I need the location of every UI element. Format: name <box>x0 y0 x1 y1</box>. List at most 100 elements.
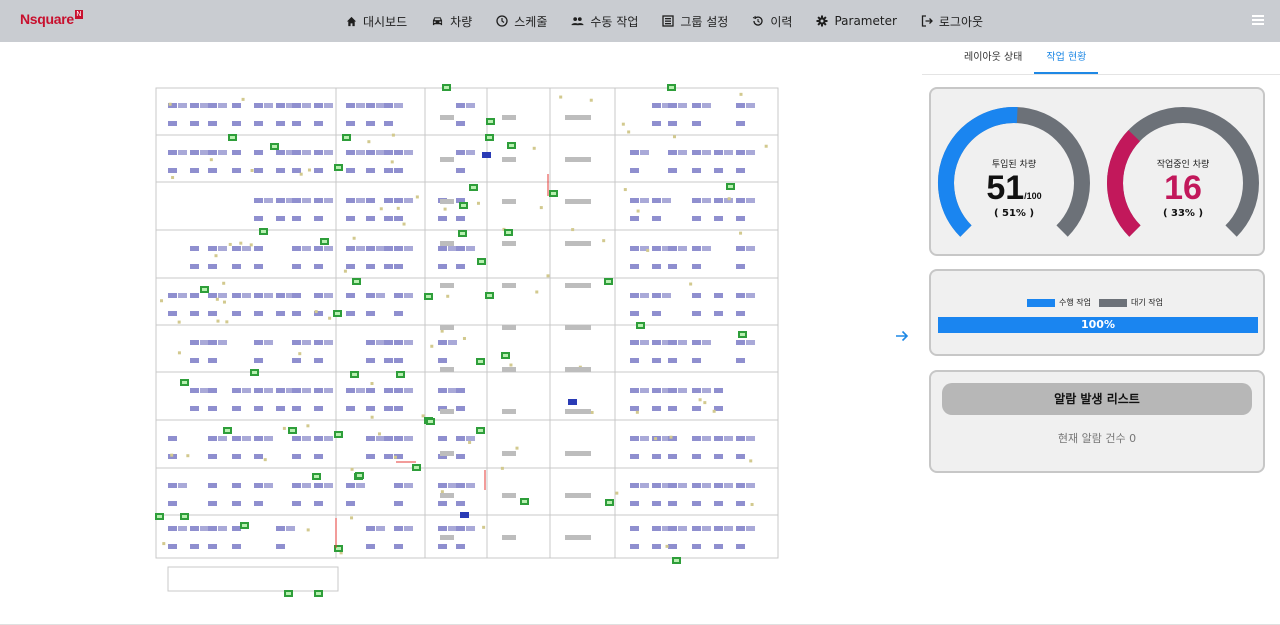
rack-slot <box>346 388 355 393</box>
rack-slot <box>346 246 355 251</box>
rack-slot <box>208 483 217 488</box>
nav-item-parameter[interactable]: Parameter <box>816 0 897 42</box>
rack-slot <box>438 264 447 269</box>
rack-slot <box>356 388 365 393</box>
gauge-number: 51 <box>986 169 1025 207</box>
nav-item-vehicle[interactable]: 차량 <box>431 0 472 42</box>
rack-slot <box>254 198 263 203</box>
vehicle-window <box>335 312 340 315</box>
rack-slot <box>678 483 687 488</box>
station-marker <box>571 228 575 232</box>
rack-slot <box>366 311 375 316</box>
rack-slot <box>630 358 639 363</box>
rack-slot <box>190 544 199 549</box>
rack-slot <box>168 311 177 316</box>
station-marker <box>559 95 563 99</box>
rack-slot <box>394 483 403 488</box>
station-marker <box>168 102 172 106</box>
rack-slot <box>394 246 403 251</box>
rack-slot <box>456 216 465 221</box>
home-icon <box>346 16 357 27</box>
rack-slot <box>292 436 301 441</box>
station-marker <box>635 410 639 414</box>
station-marker <box>476 201 480 205</box>
gauge-percent: ( 51% ) <box>993 208 1035 219</box>
rack-slot <box>168 436 177 441</box>
station-block <box>502 199 516 204</box>
rack-slot <box>356 483 365 488</box>
station-marker <box>712 409 716 413</box>
rack-slot <box>668 388 677 393</box>
deployed-vehicle-gauge: 투입된 차량 51/100 ( 51% ) <box>934 103 1094 253</box>
brand-logo[interactable]: Nsquare N <box>20 10 83 27</box>
rack-slot <box>394 264 403 269</box>
gauge-value: 51/100 <box>934 169 1094 208</box>
rack-slot <box>292 246 301 251</box>
rack-slot <box>276 311 285 316</box>
rack-slot <box>232 246 241 251</box>
rack-slot <box>356 198 365 203</box>
station-marker <box>170 453 174 457</box>
rack-slot <box>640 293 649 298</box>
station-marker <box>343 269 347 273</box>
rack-slot <box>208 168 217 173</box>
rack-slot <box>292 168 301 173</box>
nav-label: 차량 <box>450 14 473 29</box>
rack-slot <box>276 150 285 155</box>
station-marker <box>186 454 190 458</box>
rack-slot <box>724 436 733 441</box>
tab-layout-status[interactable]: 레이아웃 상태 <box>952 44 1034 74</box>
progress-label: 100% <box>1081 318 1115 331</box>
rack-slot <box>692 406 701 411</box>
nav-item-group-settings[interactable]: 그룹 설정 <box>662 0 728 42</box>
rack-slot <box>630 246 639 251</box>
nav-item-logout[interactable]: 로그아웃 <box>921 0 983 42</box>
layout-map[interactable] <box>140 70 800 610</box>
clock-icon <box>496 15 508 27</box>
rack-slot <box>200 150 209 155</box>
station-block <box>440 409 454 414</box>
vehicle-window <box>352 373 357 376</box>
nav-item-history[interactable]: 이력 <box>752 0 792 42</box>
rack-slot <box>276 121 285 126</box>
rack-slot <box>254 483 263 488</box>
rack-slot <box>724 526 733 531</box>
nav-item-dashboard[interactable]: 대시보드 <box>346 0 407 42</box>
rack-slot <box>208 454 217 459</box>
rack-slot <box>438 501 447 506</box>
station-marker <box>222 300 226 304</box>
rack-slot <box>456 264 465 269</box>
station-marker <box>350 467 354 471</box>
rack-slot <box>692 311 701 316</box>
rack-slot <box>190 246 199 251</box>
rack-slot <box>456 526 465 531</box>
station-block <box>440 493 454 498</box>
rack-slot <box>232 526 241 531</box>
rack-slot <box>302 436 311 441</box>
rack-slot <box>208 544 217 549</box>
rack-slot <box>292 264 301 269</box>
arrow-right-icon[interactable] <box>893 327 911 345</box>
nav-item-schedule[interactable]: 스케줄 <box>496 0 547 42</box>
rack-slot <box>366 454 375 459</box>
hamburger-menu-icon[interactable] <box>1252 15 1264 25</box>
alarm-list-button[interactable]: 알람 발생 리스트 <box>942 383 1252 415</box>
rack-slot <box>218 246 227 251</box>
rack-slot <box>652 358 661 363</box>
rack-slot <box>630 388 639 393</box>
rack-slot <box>456 103 465 108</box>
rack-slot <box>678 150 687 155</box>
rack-slot <box>456 150 465 155</box>
tab-job-status[interactable]: 작업 현황 <box>1034 44 1099 74</box>
vehicle-window <box>398 373 403 376</box>
rack-slot <box>200 526 209 531</box>
rack-slot <box>264 388 273 393</box>
nav-item-manual-job[interactable]: 수동 작업 <box>571 0 638 42</box>
layout-map-canvas <box>155 84 779 597</box>
rack-slot <box>724 483 733 488</box>
rack-slot <box>302 388 311 393</box>
rack-slot <box>264 483 273 488</box>
rack-slot <box>264 436 273 441</box>
rack-slot <box>232 311 241 316</box>
rack-slot <box>394 340 403 345</box>
